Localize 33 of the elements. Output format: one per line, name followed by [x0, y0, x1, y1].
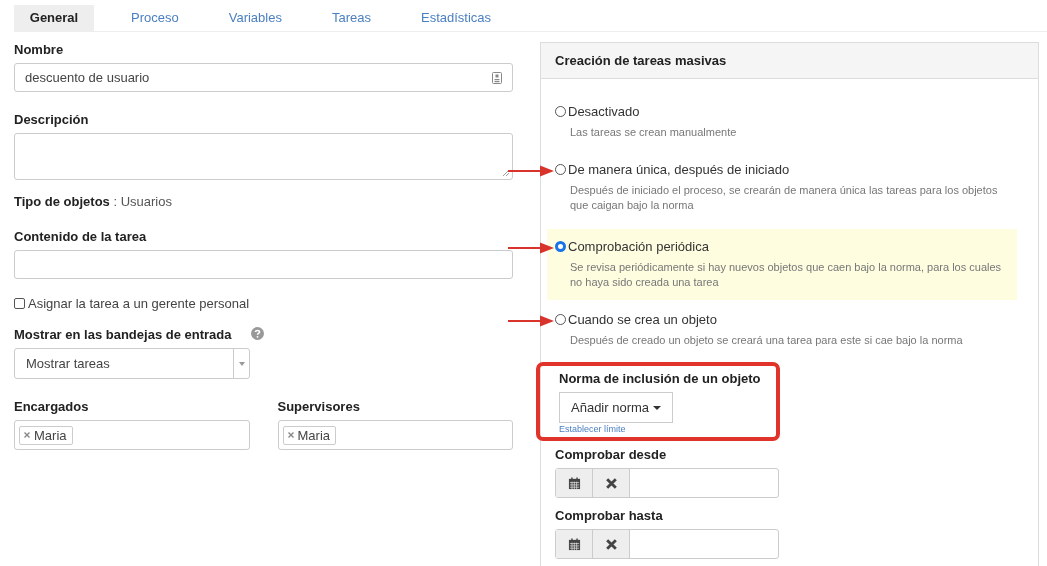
panel-title: Creación de tareas masivas: [555, 53, 727, 68]
checkbox-label: Asignar la tarea a un gerente personal: [28, 296, 250, 311]
radio-label: De manera única, después de iniciado: [568, 162, 790, 177]
field-label: Descripción: [14, 112, 90, 127]
radio-label: Desactivado: [568, 104, 640, 119]
tab[interactable]: Estadísticas: [399, 5, 513, 31]
people-field[interactable]: Maria: [277, 420, 513, 450]
tab[interactable]: General: [14, 5, 94, 31]
person-tag[interactable]: Maria: [19, 425, 73, 445]
field-label: Contenido de la tarea: [14, 229, 148, 244]
person-tag[interactable]: Maria: [282, 425, 336, 445]
field-label: Mostrar en las bandejas de entrada: [14, 327, 232, 342]
tab[interactable]: Tareas: [310, 5, 392, 31]
option-description: Después de creado un objeto se creará una tarea para este si cae bajo la norma: [569, 333, 964, 348]
option-description: Se revisa periódicamente si hay nuevos objetos que caen bajo la norma, para los cuales no haya sido creada una tarea: [569, 260, 1003, 290]
field-label: Encargados: [14, 399, 90, 414]
field-label: Norma de inclusión de un objeto: [559, 371, 761, 386]
field-label: Supervisores: [277, 399, 361, 414]
option-description: Después de iniciado el proceso, se crearán de manera única las tareas para los objetos que caigan bajo la norma: [569, 183, 999, 213]
name-field[interactable]: descuento de usuario: [14, 63, 513, 92]
field-label: Comprobar desde: [555, 447, 668, 462]
object-type-text: Tipo de objetos : Usuarios: [14, 194, 173, 209]
add-rule-button[interactable]: Añadir norma: [559, 392, 674, 423]
tab[interactable]: Proceso: [110, 5, 200, 31]
field-label: Nombre: [14, 42, 65, 57]
tab[interactable]: Variables: [207, 5, 303, 31]
people-field[interactable]: Maria: [14, 420, 250, 450]
option-description: Las tareas se crean manualmente: [569, 125, 738, 140]
set-limit-link[interactable]: Establecer límite: [559, 424, 764, 434]
inbox-dropdown[interactable]: Mostrar tareas: [14, 348, 250, 379]
field-label: Comprobar hasta: [555, 508, 664, 523]
radio-label: Comprobación periódica: [568, 239, 709, 254]
radio-label: Cuando se crea un objeto: [568, 312, 717, 327]
